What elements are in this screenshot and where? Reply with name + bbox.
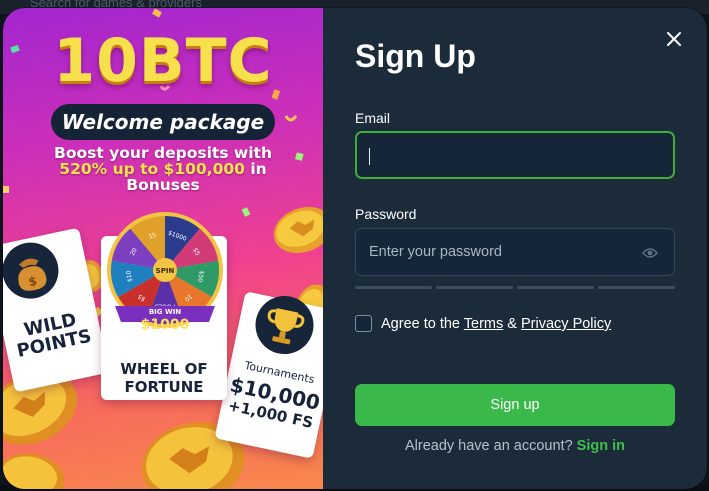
wheel-line2: FORTUNE: [124, 378, 204, 396]
password-field[interactable]: Enter your password: [355, 228, 675, 276]
agree-checkbox[interactable]: [355, 315, 372, 332]
password-label: Password: [355, 206, 417, 222]
money-bag-icon: $: [3, 242, 59, 299]
and-symbol: &: [507, 316, 517, 332]
strength-segment: [598, 286, 675, 289]
email-field[interactable]: [355, 131, 675, 179]
promo-amount-title: 10BTC: [53, 26, 273, 96]
boost-line-1: Boost your deposits with: [54, 144, 272, 162]
welcome-package-label: Welcome package: [61, 110, 265, 134]
close-icon[interactable]: [663, 28, 685, 50]
wheel-line1: WHEEL OF: [120, 360, 208, 378]
big-win-prize: $1000: [141, 317, 190, 333]
coin-icon: [273, 206, 323, 254]
promo-banner: 10BTC Welcome package Boost your deposit…: [3, 8, 323, 489]
email-label: Email: [355, 110, 391, 126]
privacy-policy-link[interactable]: Privacy Policy: [521, 316, 611, 332]
boost-in: in: [250, 160, 267, 178]
sign-in-link[interactable]: Sign in: [577, 438, 625, 454]
already-account-label: Already have an account?: [404, 438, 573, 454]
wheel-of-fortune-text: WHEEL OF FORTUNE: [101, 360, 227, 396]
password-placeholder: Enter your password: [369, 244, 502, 260]
signup-form-panel: Sign Up Email Password Enter your passwo…: [323, 8, 707, 489]
text-caret: [369, 148, 370, 165]
agree-text: Agree to the Terms & Privacy Policy: [381, 316, 611, 332]
eye-icon[interactable]: [642, 245, 658, 261]
strength-segment: [517, 286, 594, 289]
already-account-text: Already have an account? Sign in: [323, 438, 707, 454]
signup-modal: 10BTC Welcome package Boost your deposit…: [3, 8, 707, 489]
fortune-wheel: $1000$5$5010POOLS$5$102015 SPIN BIG WIN …: [107, 212, 223, 333]
strength-segment: [355, 286, 432, 289]
boost-line-3: Bonuses: [126, 176, 200, 194]
welcome-package-badge: Welcome package: [51, 104, 275, 140]
boost-line-2: 520% up to $100,000 in: [23, 161, 303, 177]
agree-prefix: Agree to the: [381, 316, 460, 332]
terms-link[interactable]: Terms: [464, 316, 503, 332]
wheel-center-label: SPIN: [156, 267, 175, 275]
page-title: Sign Up: [355, 38, 476, 74]
strength-segment: [436, 286, 513, 289]
trophy-icon: [255, 296, 314, 355]
promo-description: Boost your deposits with 520% up to $100…: [23, 145, 303, 193]
big-win-label: BIG WIN: [149, 308, 181, 316]
sign-up-button[interactable]: Sign up: [355, 384, 675, 426]
wild-points-text: WILD POINTS: [3, 306, 103, 363]
password-strength-meter: [355, 286, 675, 289]
